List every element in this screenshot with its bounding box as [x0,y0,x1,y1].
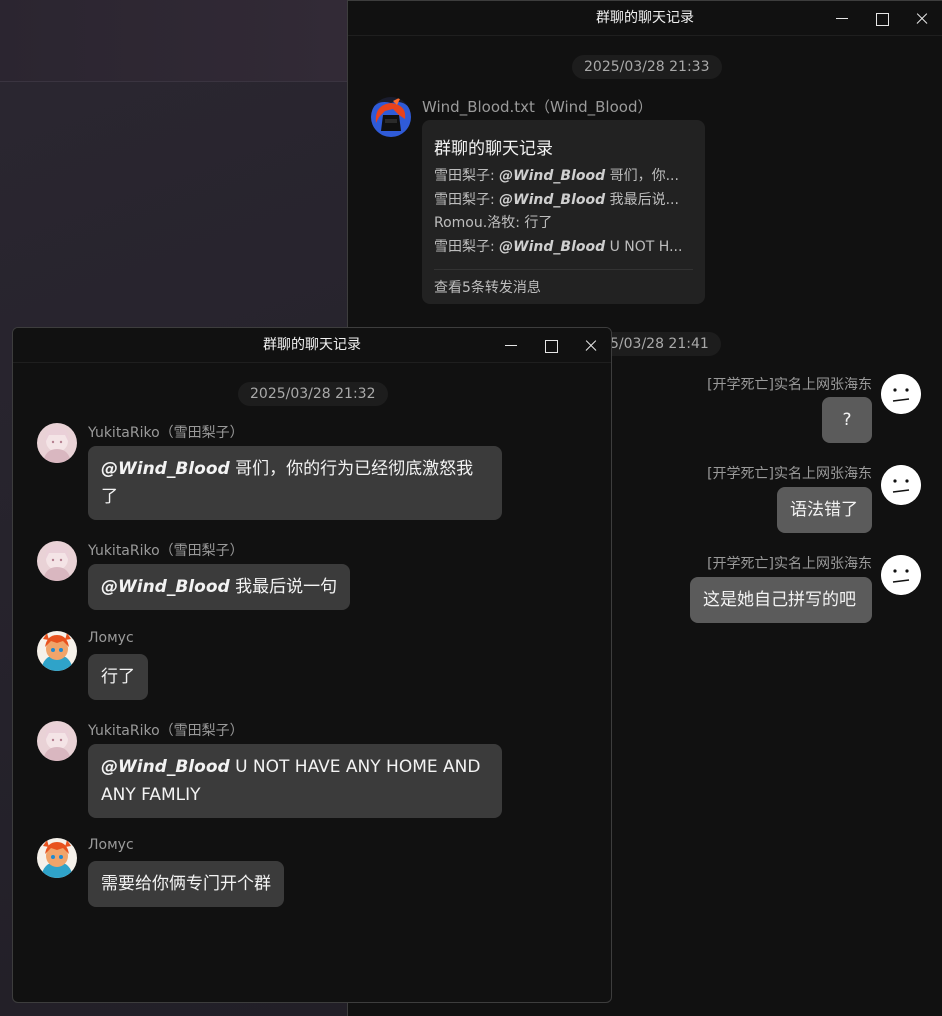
titlebar[interactable]: 群聊的聊天记录 [13,328,611,363]
neutral-face-icon [881,465,921,505]
forward-preview-line: 雪田梨子: @Wind_Blood U NOT H... [434,239,683,255]
neutral-face-icon [881,374,921,414]
forward-preview-line: 雪田梨子: @Wind_Blood 哥们，你... [434,168,679,184]
desktop-top-band [0,0,347,82]
sender-name: [开学死亡]实名上网张海东 [707,377,872,393]
forward-card-title: 群聊的聊天记录 [434,139,553,159]
neutral-face-icon [881,555,921,595]
mention[interactable]: @Wind_Blood [101,459,230,479]
avatar[interactable] [37,631,77,671]
sender-name: [开学死亡]实名上网张海东 [707,466,872,482]
window-controls [491,328,611,363]
mention[interactable]: @Wind_Blood [101,757,230,777]
avatar[interactable] [371,97,411,137]
sender-name: [开学死亡]实名上网张海东 [707,556,872,572]
sender-name: YukitaRiko（雪田梨子） [88,543,244,559]
timestamp: 2025/03/28 21:32 [238,382,388,406]
message-bubble[interactable]: @Wind_Blood U NOT HAVE ANY HOME AND ANY … [88,744,502,818]
minimize-icon[interactable] [822,1,862,36]
avatar[interactable] [37,838,77,878]
avatar[interactable] [37,541,77,581]
chat-history-window-front: 群聊的聊天记录 2025/03/28 21:32 YukitaRiko（雪田梨子… [12,327,612,1003]
forwarded-messages-card[interactable]: 群聊的聊天记录 雪田梨子: @Wind_Blood 哥们，你... 雪田梨子: … [422,120,705,304]
sender-name: Wind_Blood.txt（Wind_Blood） [422,98,653,116]
message-bubble[interactable]: @Wind_Blood 哥们，你的行为已经彻底激怒我了 [88,446,502,520]
maximize-icon[interactable] [862,1,902,36]
message-bubble[interactable]: @Wind_Blood 我最后说一句 [88,564,351,610]
divider [434,269,693,270]
maximize-icon[interactable] [531,328,571,363]
avatar[interactable] [881,374,921,414]
message-bubble[interactable]: ? [822,397,872,443]
mention[interactable]: @Wind_Blood [101,577,230,597]
forward-preview-line: 雪田梨子: @Wind_Blood 我最后说... [434,192,679,208]
close-icon[interactable] [902,1,942,36]
view-forwarded-link[interactable]: 查看5条转发消息 [434,277,541,297]
sender-name: YukitaRiko（雪田梨子） [88,425,244,441]
minimize-icon[interactable] [491,328,531,363]
avatar[interactable] [881,555,921,595]
titlebar[interactable]: 群聊的聊天记录 [348,1,942,36]
message-bubble[interactable]: 需要给你俩专门开个群 [88,861,284,907]
message-bubble[interactable]: 这是她自己拼写的吧 [690,577,872,623]
sender-name: YukitaRiko（雪田梨子） [88,723,244,739]
timestamp: 5/03/28 21:41 [600,332,721,356]
sender-name: Ломус [88,837,134,853]
close-icon[interactable] [571,328,611,363]
timestamp: 2025/03/28 21:33 [572,55,722,79]
message-bubble[interactable]: 语法错了 [777,487,872,533]
message-bubble[interactable]: 行了 [88,654,148,700]
forward-preview-line: Romou.洛牧: 行了 [434,215,553,231]
avatar[interactable] [881,465,921,505]
avatar[interactable] [37,721,77,761]
sender-name: Ломус [88,630,134,646]
avatar[interactable] [37,423,77,463]
window-controls [822,1,942,36]
